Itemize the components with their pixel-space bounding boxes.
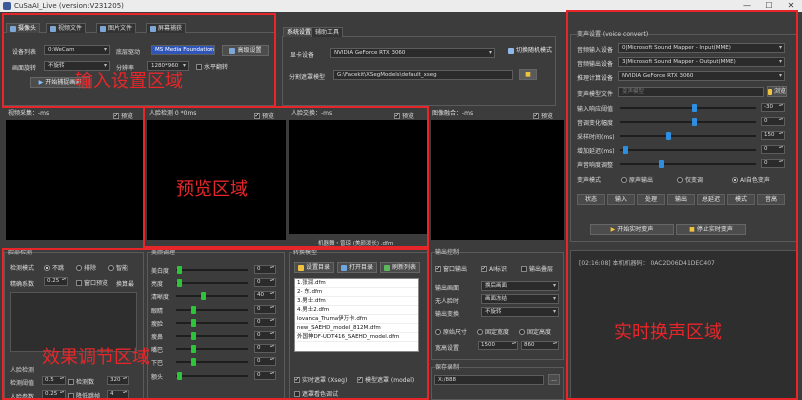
gpu-label: 显卡设备 [290, 52, 315, 59]
radio-dot [519, 328, 525, 335]
tab-helper-tools[interactable]: 辅助工具 [311, 27, 344, 37]
checkbox-box [521, 265, 527, 272]
window-output-checkbox[interactable]: ✓ 窗口输出 [435, 264, 467, 273]
low-memory-mode-button[interactable]: 切换随机模式 [504, 45, 556, 56]
height-spin[interactable]: 860 [521, 341, 559, 350]
checkbox-box: ✓ [113, 112, 119, 119]
folder-icon: ■ [525, 71, 531, 78]
annotation-voice-area: 实时换声区域 [614, 322, 722, 343]
output-transform-select[interactable]: 不旋转 [481, 307, 559, 317]
radio-dot [477, 328, 483, 335]
annotation-input-area: 输入设置区域 [75, 71, 183, 92]
preview-1-toggle[interactable]: ✓ 预览 [113, 111, 133, 120]
annotation-effect-area: 效果调节区域 [42, 347, 150, 368]
checkbox-box: ✓ [481, 265, 487, 272]
output-transform-label: 输出变换 [435, 311, 460, 318]
checkbox-box: ✓ [435, 265, 441, 272]
output-screen-select[interactable]: 换后画面 [481, 281, 559, 291]
annotation-preview-area: 预览区域 [176, 179, 248, 200]
checkbox-box: ✓ [533, 112, 539, 119]
output-title: 输出控制 [435, 249, 460, 256]
window-title: CuSaAI_Live (version:V231205) [14, 2, 124, 10]
annotation-box-effect [2, 248, 429, 400]
annotation-box-input [2, 13, 276, 108]
save-record-title: 保存录制 [435, 364, 460, 371]
size-setting-label: 宽高设置 [435, 345, 460, 352]
ai-mark-checkbox[interactable]: ✓ AI标识 [481, 264, 507, 273]
app-icon [3, 2, 11, 10]
radio-dot [435, 328, 441, 335]
browse-save-button[interactable]: ... [548, 374, 560, 385]
size-original-radio[interactable]: 原始尺寸 [435, 327, 467, 336]
no-face-select[interactable]: 画面冻结 [481, 294, 559, 304]
mode-icon [507, 47, 514, 54]
output-layer-checkbox[interactable]: 输出叠层 [521, 264, 553, 273]
size-fixed-width-radio[interactable]: 固定宽度 [477, 327, 509, 336]
preview-4-toggle[interactable]: ✓ 预览 [533, 111, 553, 120]
size-fixed-height-radio[interactable]: 固定高度 [519, 327, 551, 336]
width-spin[interactable]: 1500 [478, 341, 518, 350]
no-face-label: 无人脸时 [435, 298, 460, 305]
gpu-select[interactable]: NVIDIA GeForce RTX 3060 [330, 48, 495, 58]
folder-button[interactable]: ■ [519, 69, 537, 80]
preview-4-canvas [431, 120, 564, 240]
mask-model-path[interactable]: G:\Facekit\XSegModels\default_xseg [333, 70, 513, 80]
mask-model-label: 分割遮罩模型 [289, 74, 326, 81]
preview-1-canvas [6, 120, 144, 240]
save-path-input[interactable]: X:/888 [434, 375, 544, 385]
output-screen-label: 输出画面 [435, 285, 460, 292]
